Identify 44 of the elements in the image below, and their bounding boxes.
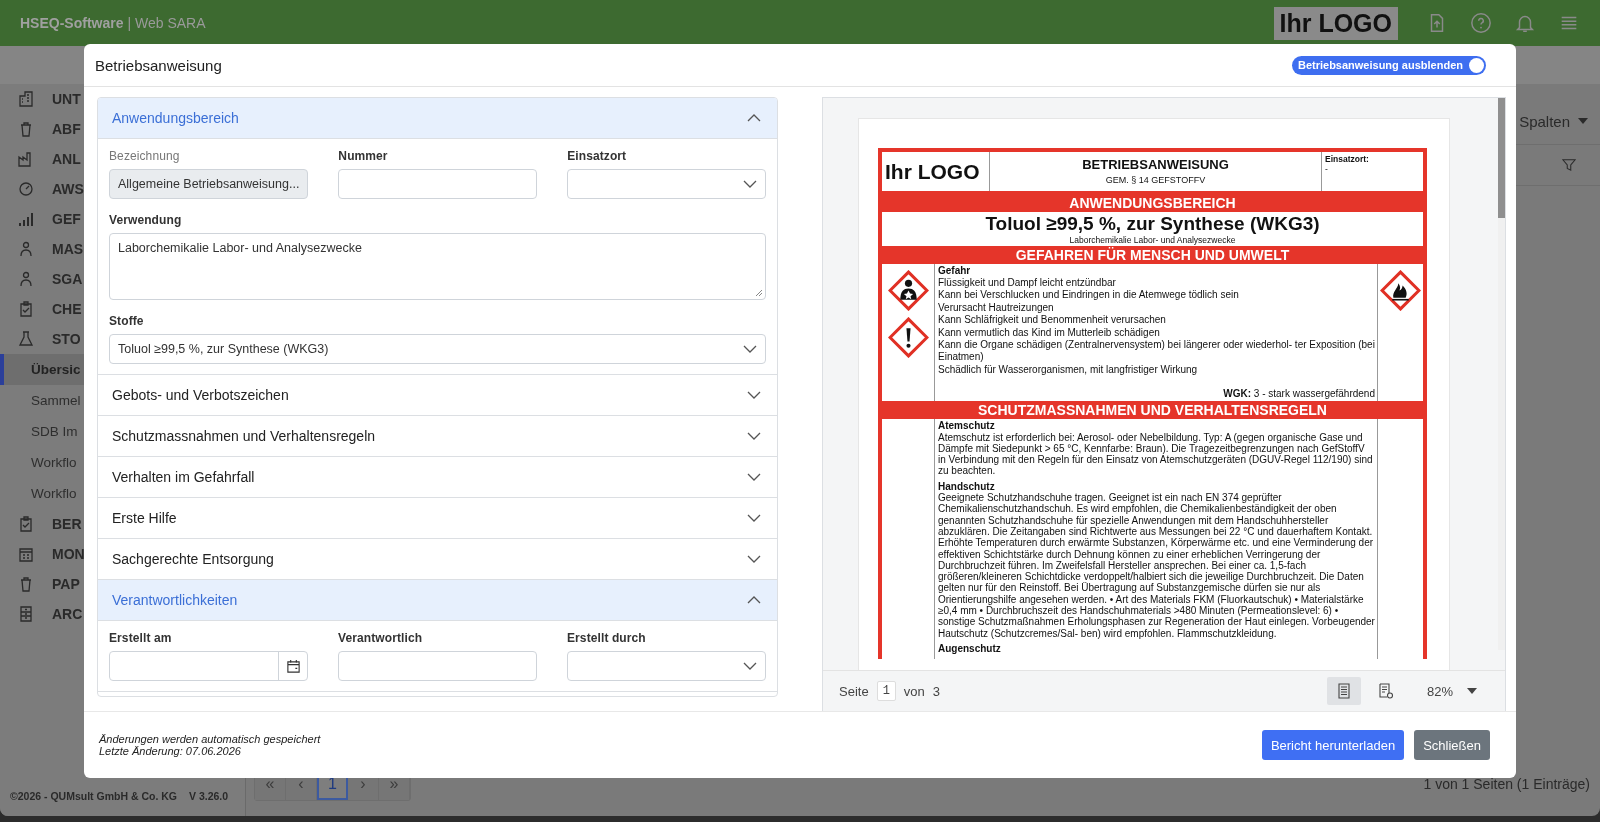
hazard-statement: Schädlich für Wasserorganismen, mit langfristiger Wirkung [938,363,1199,377]
document-subtitle: GEM. § 14 GEFSTOFFV [1105,175,1206,187]
hazard-statement: Kann Schläfrigkeit und Benommenheit verursachen [938,314,1167,327]
page-of-label: von [903,683,925,699]
logo: Ihr LOGO [882,152,990,191]
product-name: | Web SARA [127,15,206,31]
field-label: Stoffe [109,314,145,328]
location-label: Einsatzort: [1325,154,1370,165]
dialog-title: Betriebsanweisung [95,56,222,74]
page-count: 3 [932,683,941,699]
field-label: Einsatzort [567,149,628,163]
signal-word: Gefahr [938,265,972,278]
section-heading: GEFAHREN FÜR MENSCH UND UMWELT [882,246,1423,265]
page-label: Seite [839,683,869,699]
paragraph-title: Handschutz [938,480,996,493]
autosave-note: Änderungen werden automatisch gespeichert [99,733,321,745]
hazard-statement: Kann vermutlich das Kind im Mutterleib schädigen [938,326,1161,340]
substance-name: Toluol ≥99,5 %, zur Synthese (WKG3) [985,213,1320,235]
wgk-text: WGK: 3 - stark wassergefährdend [1223,388,1375,401]
version-text: V 3.26.0 [189,790,229,802]
paragraph-text: Geeignete Schutzhandschuhe tragen. Geeignet ist ein nach EN 374 geprüfter Chemikalienschutzhandschuh. Es wird empfohlen, die Chemikalienbeständigkeit der oben genannten Schutzhandschuhe für spezielle Anwendungen mit dem Handschuhhersteller abzuklären. Die Zeitangaben sind Richtwerte aus Messungen bei 22 °C und dauerhaftem Kontakt. Erhöhte Temperaturen durch erwärmte Substanzen, Körperwärme etc. und eine Verminderung der effektiven Schichtstärke durch Dehnung können zu einer erheblichen Verringerung der Durchbruchzeit führen. Im Zweifelsfall Hersteller ansprechen. Bei einer ca. 1,5-fach größeren/kleineren Schichtdicke verdoppelt/halbiert sich die jeweilige Durchbruchzeit. Die Daten gelten nur für den Reinstoff. Bei Übertragung auf Substanzgemische dürfen sie nur als Orientierungshilfe angesehen werden. • Art des Materials FKM (Fluorkautschuk) • Materialstärke ≥0,4 mm • Durchbruchszeit des Handschuhmaterials >480 Minuten (Permeationslevel: 6) • sonstige Schutzmaßnahmen Erholungsphasen zur Regeneration der Haut einlegen. Vorbeugender Hautschutz (Schutzcremes/Sal- ben) wird empfohlen. Flammschutzkleidung. [938,492,1375,639]
hazard-statement: Kann bei Verschlucken und Eindringen in die Atemwege tödlich sein [938,289,1240,302]
paragraph-title: Atemschutz [938,420,996,432]
field-label: Nummer [338,149,389,163]
section-heading: SCHUTZMASSNAHMEN UND VERHALTENSREGELN [882,401,1423,420]
paragraph-title: Augenschutz [938,642,1002,655]
field-label: Verantwortlich [338,631,424,645]
location-value: - [1325,164,1329,175]
logo: Ihr LOGO [1273,6,1398,40]
brand-name: HSEQ-Software [20,15,124,31]
paragraph-text: Atemschutz ist erforderlich bei: Aerosol- oder Nebelbildung. Typ: A (gegen organische Gase und Dämpfe mit Siedepunkt > 65 °C, Kennfarbe: Braun). Die Tragezeitbegrenzungen nach GefStoffV in Verbindung mit den Regeln für den Einsatz von Atemschutzgeräten (DGUV-Regel 112/190) sind zu beachten. [938,431,1374,477]
field-label: Bezeichnung [109,149,181,163]
usage-text: Laborchemikalie Labor- und Analysezwecke [1069,234,1236,246]
field-label: Verwendung [109,213,183,227]
last-change-note: Letzte Änderung: 07.06.2026 [99,745,242,757]
document-title: BETRIEBSANWEISUNG [1082,156,1229,173]
field-label: Erstellt am [109,631,173,645]
hazard-statement: Kann die Organe schädigen (Zentralnervensystem) bei längerer oder wiederhol- ter Exposition (bei Einatmen) [938,339,1375,364]
pagination-status: 1 von 1 Seiten (1 Einträge) [1423,776,1590,792]
hazard-statement: Flüssigkeit und Dampf leicht entzündbar [938,277,1117,290]
copyright-text: ©2026 - QUMsult GmbH & Co. KG [10,790,177,802]
field-label: Erstellt durch [567,631,647,645]
section-heading: ANWENDUNGSBEREICH [882,194,1423,212]
hazard-statement: Verursacht Hautreizungen [938,301,1055,315]
